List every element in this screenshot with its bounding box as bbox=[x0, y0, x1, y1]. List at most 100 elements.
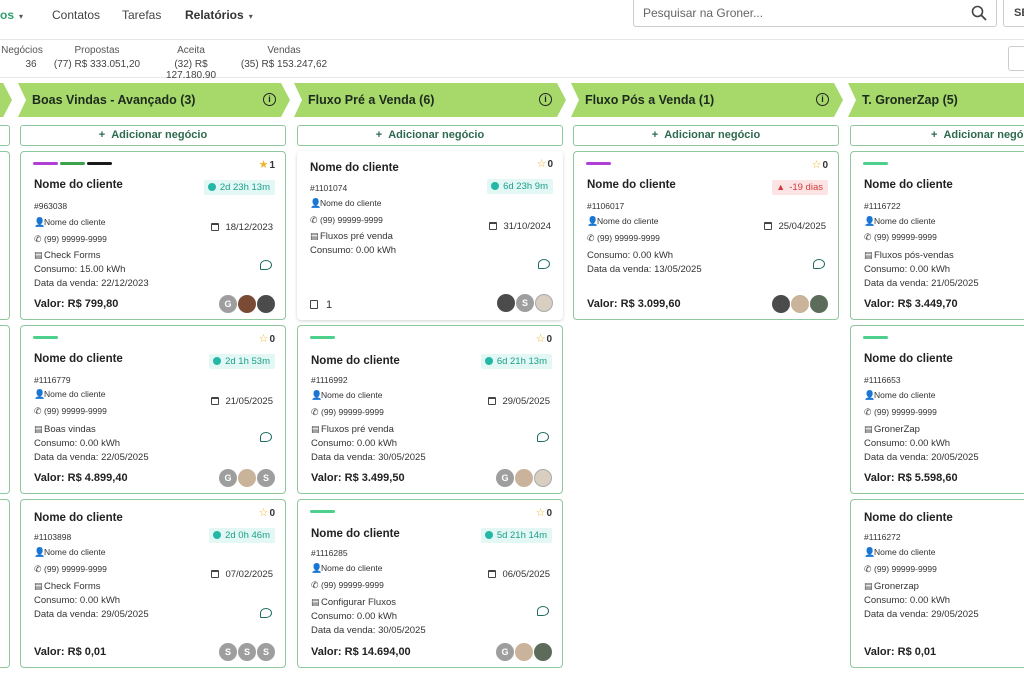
client-name[interactable]: Nome do cliente bbox=[34, 179, 123, 191]
deal-card[interactable]: ★1 Nome do cliente 2d 23h 13m #963038 👤N… bbox=[20, 151, 286, 320]
deal-card[interactable]: ☆0 Nome do cliente ▲ -19 dias #1106017 👤N… bbox=[573, 151, 839, 320]
phone-number: (99) 99999-9999 bbox=[44, 406, 107, 416]
chat-icon[interactable] bbox=[537, 432, 549, 442]
avatar[interactable] bbox=[497, 294, 515, 312]
column-header-gronerzap[interactable]: T. GronerZap (5) bbox=[848, 83, 1024, 117]
document-count[interactable]: 1 bbox=[310, 299, 332, 311]
stat-value: 36 bbox=[25, 59, 37, 70]
search-icon[interactable] bbox=[971, 5, 987, 21]
avatar[interactable] bbox=[515, 643, 533, 661]
avatar[interactable]: G bbox=[219, 469, 237, 487]
contact-name: Nome do cliente bbox=[44, 389, 106, 399]
deal-card[interactable]: ☆0 Nome do cliente 2d 0h 46m #1103898 👤N… bbox=[20, 499, 286, 668]
info-icon[interactable]: i bbox=[263, 93, 276, 106]
deal-card[interactable]: ☆0 Nome do cliente 2d 1h 53m #1116779 👤N… bbox=[20, 325, 286, 494]
deal-id: #1103898 bbox=[34, 532, 72, 542]
client-name[interactable]: Nome do cliente bbox=[310, 162, 399, 174]
tag-green bbox=[863, 162, 888, 165]
avatar[interactable]: S bbox=[516, 294, 534, 312]
column-header-pre-venda[interactable]: Fluxo Pré a Venda (6) i bbox=[294, 83, 566, 117]
column-header-boas-vindas[interactable]: Boas Vindas - Avançado (3) i bbox=[18, 83, 290, 117]
phone-icon: ✆ bbox=[311, 580, 319, 590]
client-name[interactable]: Nome do cliente bbox=[864, 512, 953, 524]
add-deal-button[interactable]: + Adicionar negócio bbox=[850, 125, 1024, 146]
column-title: Fluxo Pós a Venda (1) bbox=[585, 93, 715, 107]
deal-card[interactable]: Nome do cliente #1116653 👤Nome do client… bbox=[850, 325, 1024, 494]
avatar[interactable]: G bbox=[219, 295, 237, 313]
chat-icon[interactable] bbox=[260, 260, 272, 270]
consumption: Consumo: 0.00 kWh bbox=[311, 438, 398, 449]
add-deal-button[interactable]: + Adicionar negócio bbox=[20, 125, 286, 146]
overdue-badge-text: -19 dias bbox=[789, 182, 823, 193]
chat-icon[interactable] bbox=[537, 606, 549, 616]
client-name[interactable]: Nome do cliente bbox=[34, 353, 123, 365]
star-rating[interactable]: ☆0 bbox=[536, 332, 552, 345]
phone-number: (99) 99999-9999 bbox=[874, 564, 937, 574]
avatar[interactable] bbox=[238, 469, 256, 487]
star-rating[interactable]: ☆0 bbox=[536, 506, 552, 519]
avatar[interactable] bbox=[257, 295, 275, 313]
avatar[interactable] bbox=[791, 295, 809, 313]
nav-item-relatorios[interactable]: Relatórios ▾ bbox=[185, 8, 253, 22]
add-deal-button[interactable]: + Adicionar negócio bbox=[573, 125, 839, 146]
consumption: Consumo: 0.00 kWh bbox=[864, 264, 951, 275]
avatar[interactable]: G bbox=[496, 469, 514, 487]
avatar[interactable]: G bbox=[496, 643, 514, 661]
avatar[interactable]: S bbox=[219, 643, 237, 661]
client-name[interactable]: Nome do cliente bbox=[311, 355, 400, 367]
star-rating[interactable]: ☆0 bbox=[812, 158, 828, 171]
avatar[interactable] bbox=[535, 294, 553, 312]
avatar[interactable] bbox=[534, 469, 552, 487]
deal-card[interactable]: ☆0 Nome do cliente 6d 21h 13m #1116992 👤… bbox=[297, 325, 563, 494]
chat-icon[interactable] bbox=[260, 432, 272, 442]
star-rating[interactable]: ★1 bbox=[259, 158, 275, 171]
avatar[interactable] bbox=[238, 295, 256, 313]
deal-card[interactable]: Nome do cliente #1116722 👤Nome do client… bbox=[850, 151, 1024, 320]
star-rating[interactable]: ☆0 bbox=[259, 506, 275, 519]
avatar[interactable] bbox=[772, 295, 790, 313]
avatar[interactable] bbox=[810, 295, 828, 313]
client-name[interactable]: Nome do cliente bbox=[34, 512, 123, 524]
info-icon[interactable]: i bbox=[539, 93, 552, 106]
client-name[interactable]: Nome do cliente bbox=[587, 179, 676, 191]
stat-label: Aceita bbox=[177, 45, 205, 56]
star-rating[interactable]: ☆0 bbox=[259, 332, 275, 345]
top-right-button[interactable]: SE bbox=[1003, 0, 1024, 27]
deal-card[interactable]: ☆0 Nome do cliente 6d 23h 9m #1101074 👤N… bbox=[297, 151, 563, 320]
avatar[interactable]: S bbox=[257, 469, 275, 487]
avatar[interactable] bbox=[515, 469, 533, 487]
column-header-pos-venda[interactable]: Fluxo Pós a Venda (1) i bbox=[571, 83, 843, 117]
calendar-icon bbox=[489, 222, 498, 230]
add-deal-button[interactable]: + Adicionar negócio bbox=[297, 125, 563, 146]
info-icon[interactable]: i bbox=[816, 93, 829, 106]
add-deal-button-previous[interactable] bbox=[0, 125, 10, 146]
phone-icon: ✆ bbox=[310, 215, 318, 225]
client-name[interactable]: Nome do cliente bbox=[311, 528, 400, 540]
avatar[interactable]: S bbox=[257, 643, 275, 661]
star-rating[interactable]: ☆0 bbox=[537, 157, 553, 170]
chat-icon[interactable] bbox=[260, 608, 272, 618]
search-input[interactable] bbox=[634, 0, 954, 25]
clock-icon bbox=[207, 183, 216, 191]
avatar[interactable] bbox=[534, 643, 552, 661]
plus-icon: + bbox=[375, 129, 383, 141]
chat-icon[interactable] bbox=[813, 259, 825, 269]
deal-card[interactable]: ☆0 Nome do cliente 5d 21h 14m #1116285 👤… bbox=[297, 499, 563, 668]
client-name[interactable]: Nome do cliente bbox=[864, 179, 953, 191]
nav-item-tarefas[interactable]: Tarefas bbox=[122, 8, 161, 22]
chat-icon[interactable] bbox=[538, 259, 550, 269]
avatar[interactable]: S bbox=[238, 643, 256, 661]
deal-card[interactable]: Nome do cliente #1116272 👤Nome do client… bbox=[850, 499, 1024, 668]
phone-icon: ✆ bbox=[311, 407, 319, 417]
deal-id: #1106017 bbox=[587, 201, 625, 211]
sale-date: Data da venda: 21/05/2025 bbox=[864, 278, 979, 289]
date-text: 18/12/2023 bbox=[225, 222, 273, 233]
filter-button[interactable] bbox=[1008, 46, 1024, 71]
nav-item-contatos[interactable]: Contatos bbox=[52, 8, 100, 22]
stat-aceita: Aceita (32) R$ 127.180,90 bbox=[148, 45, 234, 81]
deal-id: #1116722 bbox=[864, 201, 901, 211]
add-deal-label: Adicionar negócio bbox=[664, 129, 761, 141]
nav-item-negocios[interactable]: os ▾ bbox=[0, 8, 23, 22]
client-name[interactable]: Nome do cliente bbox=[864, 353, 953, 365]
deal-value: Valor: R$ 5.598,60 bbox=[864, 472, 958, 484]
